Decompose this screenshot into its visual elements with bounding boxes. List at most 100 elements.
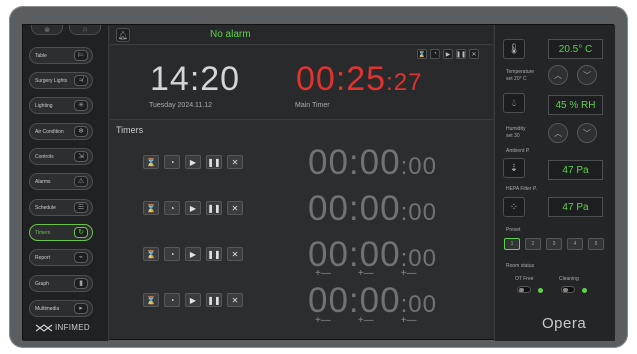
stopwatch-icon[interactable]: ◔: [164, 293, 180, 307]
close-icon[interactable]: ✕: [227, 247, 243, 261]
hourglass-icon[interactable]: ⌛: [143, 201, 159, 215]
current-time: 14:20: [150, 60, 241, 98]
preset-button-5[interactable]: 5: [588, 238, 604, 250]
cleaning-toggle[interactable]: [561, 286, 575, 293]
settings-icon: ⊚: [44, 26, 50, 34]
pause-icon[interactable]: ❚❚: [206, 155, 222, 169]
preset-button-3[interactable]: 3: [546, 238, 562, 250]
current-date: Tuesday 2024.11.12: [149, 102, 213, 109]
sidebar-item-surgery-lights[interactable]: Surgery Lights ≉: [29, 72, 93, 89]
brand-name: Opera: [542, 315, 587, 332]
ambient-pressure-label: Ambient P.: [506, 148, 530, 154]
brand-logo: INFIMED: [35, 323, 90, 332]
sidebar-item-alarms[interactable]: Alarms ⚠: [29, 173, 93, 190]
play-icon[interactable]: ▶: [185, 155, 201, 169]
close-icon[interactable]: ✕: [227, 155, 243, 169]
timer-value: 00:00:00: [308, 143, 437, 183]
humidity-down-button[interactable]: ﹀: [577, 123, 597, 143]
humidity-setpoint: set 30: [506, 133, 520, 139]
graph-icon: ▮: [74, 278, 88, 289]
play-icon[interactable]: ▶: [185, 293, 201, 307]
warning-icon: ⚠: [74, 176, 88, 187]
sidebar-item-air-condition[interactable]: Air Condition ❄: [29, 123, 93, 140]
humidity-title: Humidity: [506, 126, 526, 132]
close-icon[interactable]: ✕: [227, 293, 243, 307]
stopwatch-icon[interactable]: ◔: [164, 201, 180, 215]
temperature-title: Temperature: [506, 69, 535, 75]
home-top-button[interactable]: ⌂: [69, 25, 101, 35]
timer-adjust: +— +— +—: [315, 268, 417, 279]
preset-button-1[interactable]: 1: [504, 238, 520, 250]
pause-icon[interactable]: ❚❚: [206, 247, 222, 261]
timer-hhmm: 00:00: [308, 189, 401, 228]
close-icon[interactable]: ✕: [469, 49, 479, 59]
timer-buttons: ⌛ ◔ ▶ ❚❚ ✕: [143, 155, 243, 169]
environment-panel: 🌡︎ 20.5° C Temperature set 20° C ︿ ﹀ 💧︎ 4…: [494, 25, 615, 341]
play-icon[interactable]: ▶: [185, 247, 201, 261]
settings-top-button[interactable]: ⊚: [31, 25, 63, 35]
hourglass-icon[interactable]: ⌛: [417, 49, 427, 59]
humidity-label: Humidity set 30: [506, 126, 525, 140]
pause-icon[interactable]: ❚❚: [206, 293, 222, 307]
hourglass-icon[interactable]: ⌛: [143, 293, 159, 307]
minutes-adjust[interactable]: +—: [358, 315, 374, 326]
sidebar-item-report[interactable]: Report ⌁: [29, 249, 93, 266]
controls-icon: ⇲: [74, 151, 88, 162]
sidebar-item-table[interactable]: Table ⊨: [29, 47, 93, 64]
pause-icon[interactable]: ❚❚: [456, 49, 466, 59]
stopwatch-icon[interactable]: ◔: [164, 155, 180, 169]
hours-adjust[interactable]: +—: [315, 315, 331, 326]
preset-selector: 1 2 3 4 5: [504, 238, 604, 250]
play-icon[interactable]: ▶: [443, 49, 453, 59]
humidity-value: 45 % RH: [548, 95, 603, 115]
hepa-pressure-value: 47 Pa: [548, 197, 603, 217]
hepa-filter-icon: ⁘: [503, 197, 525, 217]
surgery-light-icon: ≉: [74, 75, 88, 86]
minutes-adjust[interactable]: +—: [358, 268, 374, 279]
main-timer-seconds: :27: [386, 69, 423, 96]
temperature-setpoint: set 20° C: [506, 76, 527, 82]
multimedia-icon: ▸: [74, 303, 88, 314]
preset-button-4[interactable]: 4: [567, 238, 583, 250]
stopwatch-icon[interactable]: ◔: [164, 247, 180, 261]
sidebar-item-label: Graph: [35, 280, 49, 287]
sidebar-item-label: Lighting: [35, 102, 53, 109]
timer-icon: ↻: [74, 227, 88, 238]
temperature-up-button[interactable]: ︿: [548, 65, 568, 85]
bell-icon[interactable]: 🔔︎: [116, 28, 130, 42]
timers-title: Timers: [116, 125, 144, 135]
sidebar-item-label: Multimedia: [35, 305, 60, 312]
infimed-logo-icon: [35, 323, 53, 332]
main-timer-label: Main Timer: [295, 102, 330, 109]
main-timer-display: 00:25:27: [296, 60, 422, 99]
brand-logo-text: INFIMED: [55, 323, 90, 332]
timer-adjust: +— +— +—: [315, 315, 417, 326]
seconds-adjust[interactable]: +—: [401, 315, 417, 326]
sidebar-item-timers[interactable]: Timers ↻: [29, 224, 93, 241]
sidebar-item-label: Air Condition: [35, 128, 64, 135]
temperature-down-button[interactable]: ﹀: [577, 65, 597, 85]
sidebar-item-controls[interactable]: Controls ⇲: [29, 148, 93, 165]
timer-seconds: :00: [400, 153, 437, 180]
pause-icon[interactable]: ❚❚: [206, 201, 222, 215]
seconds-adjust[interactable]: +—: [401, 268, 417, 279]
stopwatch-icon[interactable]: ◔: [430, 49, 440, 59]
hepa-pressure-label: HEPA Filter P.: [506, 186, 537, 192]
hourglass-icon[interactable]: ⌛: [143, 247, 159, 261]
temperature-label: Temperature set 20° C: [506, 69, 534, 83]
preset-label: Preset: [506, 227, 521, 233]
play-icon[interactable]: ▶: [185, 201, 201, 215]
sidebar-item-graph[interactable]: Graph ▮: [29, 275, 93, 292]
hours-adjust[interactable]: +—: [315, 268, 331, 279]
sidebar-item-schedule[interactable]: Schedule ☰: [29, 199, 93, 216]
sidebar-item-multimedia[interactable]: Multimedia ▸: [29, 300, 93, 317]
ot-free-toggle[interactable]: [517, 286, 531, 293]
screen: ⊚ ⌂ Table ⊨ Surgery Lights ≉ Lighting ✳ Air…: [22, 24, 615, 341]
report-icon: ⌁: [74, 252, 88, 263]
humidity-up-button[interactable]: ︿: [548, 123, 568, 143]
timer-buttons: ⌛ ◔ ▶ ❚❚ ✕: [143, 201, 243, 215]
sidebar-item-lighting[interactable]: Lighting ✳: [29, 97, 93, 114]
close-icon[interactable]: ✕: [227, 201, 243, 215]
hourglass-icon[interactable]: ⌛: [143, 155, 159, 169]
preset-button-2[interactable]: 2: [525, 238, 541, 250]
